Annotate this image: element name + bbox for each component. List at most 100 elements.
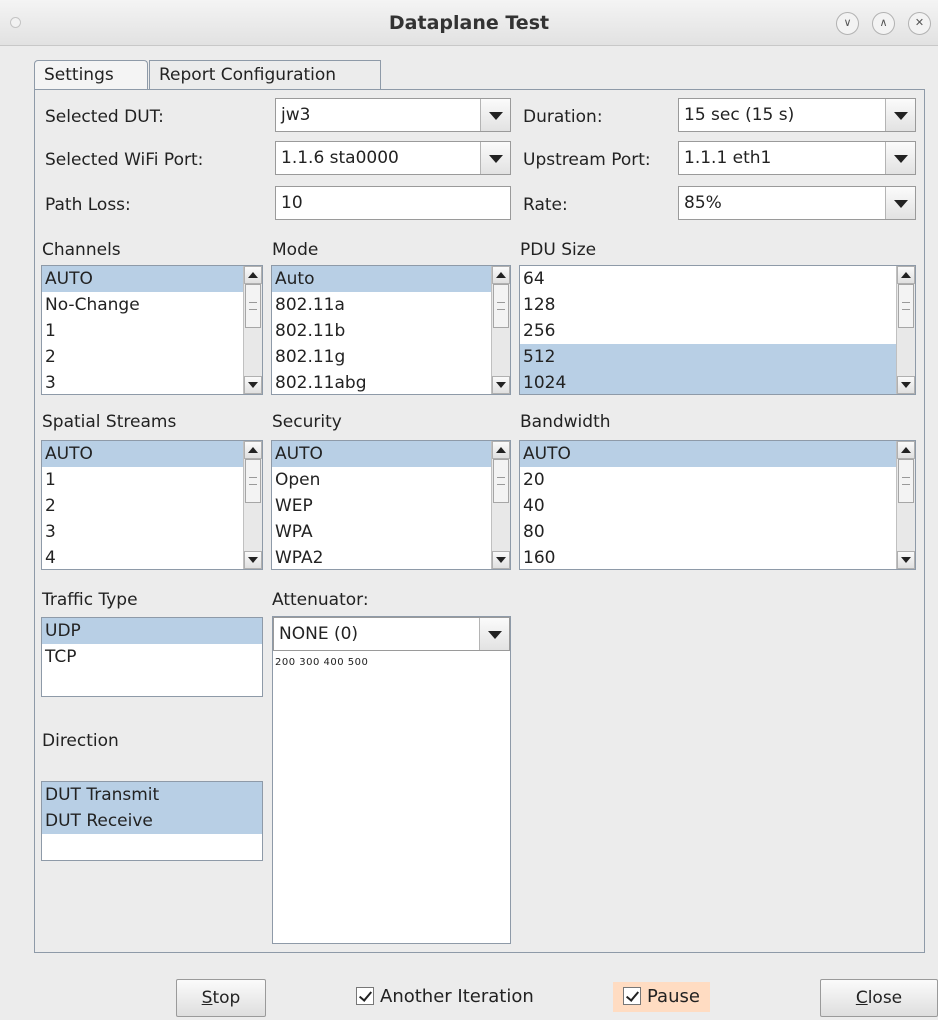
traffic-type-list[interactable]: UDP TCP <box>41 617 263 697</box>
minimize-icon[interactable]: ∨ <box>836 12 859 35</box>
list-item[interactable]: Auto <box>272 266 491 292</box>
scroll-down-icon[interactable] <box>897 376 915 394</box>
list-item[interactable]: 2 <box>42 493 243 519</box>
list-item[interactable]: 1024 <box>520 370 896 394</box>
path-loss-field[interactable] <box>275 186 511 220</box>
scroll-up-icon[interactable] <box>492 441 510 459</box>
attenuator-scale: 200 300 400 500 <box>275 657 369 668</box>
list-item[interactable]: TCP <box>42 644 262 670</box>
tab-settings[interactable]: Settings <box>34 60 148 91</box>
list-item[interactable]: DUT Transmit <box>42 782 262 808</box>
scroll-down-icon[interactable] <box>244 376 262 394</box>
scroll-thumb[interactable] <box>898 459 914 503</box>
pdu-size-scrollbar[interactable] <box>896 266 915 394</box>
pdu-size-label: PDU Size <box>520 240 597 260</box>
list-item[interactable]: AUTO <box>42 441 243 467</box>
list-item[interactable]: 1 <box>42 318 243 344</box>
upstream-port-combo[interactable]: 1.1.1 eth1 <box>678 141 916 175</box>
chevron-down-icon[interactable] <box>885 142 915 174</box>
bandwidth-label: Bandwidth <box>520 412 611 432</box>
bandwidth-list[interactable]: AUTO 20 40 80 160 <box>519 440 916 570</box>
scroll-up-icon[interactable] <box>244 266 262 284</box>
security-scrollbar[interactable] <box>491 441 510 569</box>
maximize-icon[interactable]: ∧ <box>872 12 895 35</box>
scroll-up-icon[interactable] <box>897 441 915 459</box>
security-list[interactable]: AUTO Open WEP WPA WPA2 <box>271 440 511 570</box>
close-window-icon[interactable]: ✕ <box>908 12 931 35</box>
list-item[interactable]: UDP <box>42 618 262 644</box>
mode-scrollbar[interactable] <box>491 266 510 394</box>
scroll-up-icon[interactable] <box>492 266 510 284</box>
scroll-up-icon[interactable] <box>244 441 262 459</box>
stop-button[interactable]: Stop <box>176 979 266 1017</box>
chevron-down-icon[interactable] <box>885 187 915 219</box>
scroll-down-icon[interactable] <box>492 376 510 394</box>
list-item[interactable]: WEP <box>272 493 491 519</box>
list-item[interactable]: 802.11abg <box>272 370 491 394</box>
selected-wifi-port-combo[interactable]: 1.1.6 sta0000 <box>275 141 511 175</box>
list-item[interactable]: 80 <box>520 519 896 545</box>
scroll-up-icon[interactable] <box>897 266 915 284</box>
direction-list[interactable]: DUT Transmit DUT Receive <box>41 781 263 861</box>
chevron-down-icon[interactable] <box>885 99 915 131</box>
list-item[interactable]: 256 <box>520 318 896 344</box>
scroll-down-icon[interactable] <box>897 551 915 569</box>
list-item[interactable]: 802.11b <box>272 318 491 344</box>
list-item[interactable]: 802.11g <box>272 344 491 370</box>
scroll-thumb[interactable] <box>245 459 261 503</box>
list-item[interactable]: 512 <box>520 344 896 370</box>
direction-label: Direction <box>42 731 119 751</box>
tab-report-configuration[interactable]: Report Configuration <box>149 60 381 90</box>
list-item[interactable]: WPA <box>272 519 491 545</box>
list-item[interactable]: Open <box>272 467 491 493</box>
scroll-down-icon[interactable] <box>244 551 262 569</box>
list-item[interactable]: 3 <box>42 370 243 394</box>
channels-list[interactable]: AUTO No-Change 1 2 3 <box>41 265 263 395</box>
pause-checkbox[interactable]: Pause <box>613 982 710 1012</box>
list-item[interactable]: No-Change <box>42 292 243 318</box>
chevron-down-icon[interactable] <box>480 99 510 131</box>
list-item[interactable]: 64 <box>520 266 896 292</box>
bandwidth-scrollbar[interactable] <box>896 441 915 569</box>
pdu-size-list[interactable]: 64 128 256 512 1024 <box>519 265 916 395</box>
list-item[interactable]: 128 <box>520 292 896 318</box>
scroll-thumb[interactable] <box>493 284 509 328</box>
scroll-thumb[interactable] <box>245 284 261 328</box>
duration-label: Duration: <box>523 107 603 127</box>
upstream-port-label: Upstream Port: <box>523 150 651 170</box>
chevron-down-icon[interactable] <box>479 618 509 650</box>
list-item[interactable]: 802.11a <box>272 292 491 318</box>
attenuator-combo[interactable]: NONE (0) <box>273 617 510 651</box>
scroll-thumb[interactable] <box>898 284 914 328</box>
list-item[interactable]: 40 <box>520 493 896 519</box>
list-item[interactable]: 160 <box>520 545 896 569</box>
list-item[interactable]: 4 <box>42 545 243 569</box>
path-loss-input[interactable] <box>276 187 510 219</box>
close-button[interactable]: Close <box>820 979 938 1017</box>
spatial-streams-list[interactable]: AUTO 1 2 3 4 <box>41 440 263 570</box>
checkbox-checked-icon[interactable] <box>623 987 641 1005</box>
list-item[interactable]: AUTO <box>42 266 243 292</box>
list-item[interactable]: WPA2 <box>272 545 491 569</box>
list-item[interactable]: 2 <box>42 344 243 370</box>
scroll-down-icon[interactable] <box>492 551 510 569</box>
list-item[interactable]: 20 <box>520 467 896 493</box>
mode-list[interactable]: Auto 802.11a 802.11b 802.11g 802.11abg <box>271 265 511 395</box>
list-item[interactable]: AUTO <box>272 441 491 467</box>
title-bar: Dataplane Test ∨ ∧ ✕ <box>0 0 938 46</box>
list-item[interactable]: 3 <box>42 519 243 545</box>
spatial-streams-scrollbar[interactable] <box>243 441 262 569</box>
rate-combo[interactable]: 85% <box>678 186 916 220</box>
list-item[interactable]: AUTO <box>520 441 896 467</box>
selected-dut-label: Selected DUT: <box>45 107 164 127</box>
selected-dut-combo[interactable]: jw3 <box>275 98 511 132</box>
channels-scrollbar[interactable] <box>243 266 262 394</box>
scroll-thumb[interactable] <box>493 459 509 503</box>
checkbox-checked-icon[interactable] <box>356 987 374 1005</box>
chevron-down-icon[interactable] <box>480 142 510 174</box>
another-iteration-label: Another Iteration <box>380 986 534 1007</box>
duration-combo[interactable]: 15 sec (15 s) <box>678 98 916 132</box>
another-iteration-checkbox[interactable]: Another Iteration <box>356 982 534 1012</box>
list-item[interactable]: 1 <box>42 467 243 493</box>
list-item[interactable]: DUT Receive <box>42 808 262 834</box>
